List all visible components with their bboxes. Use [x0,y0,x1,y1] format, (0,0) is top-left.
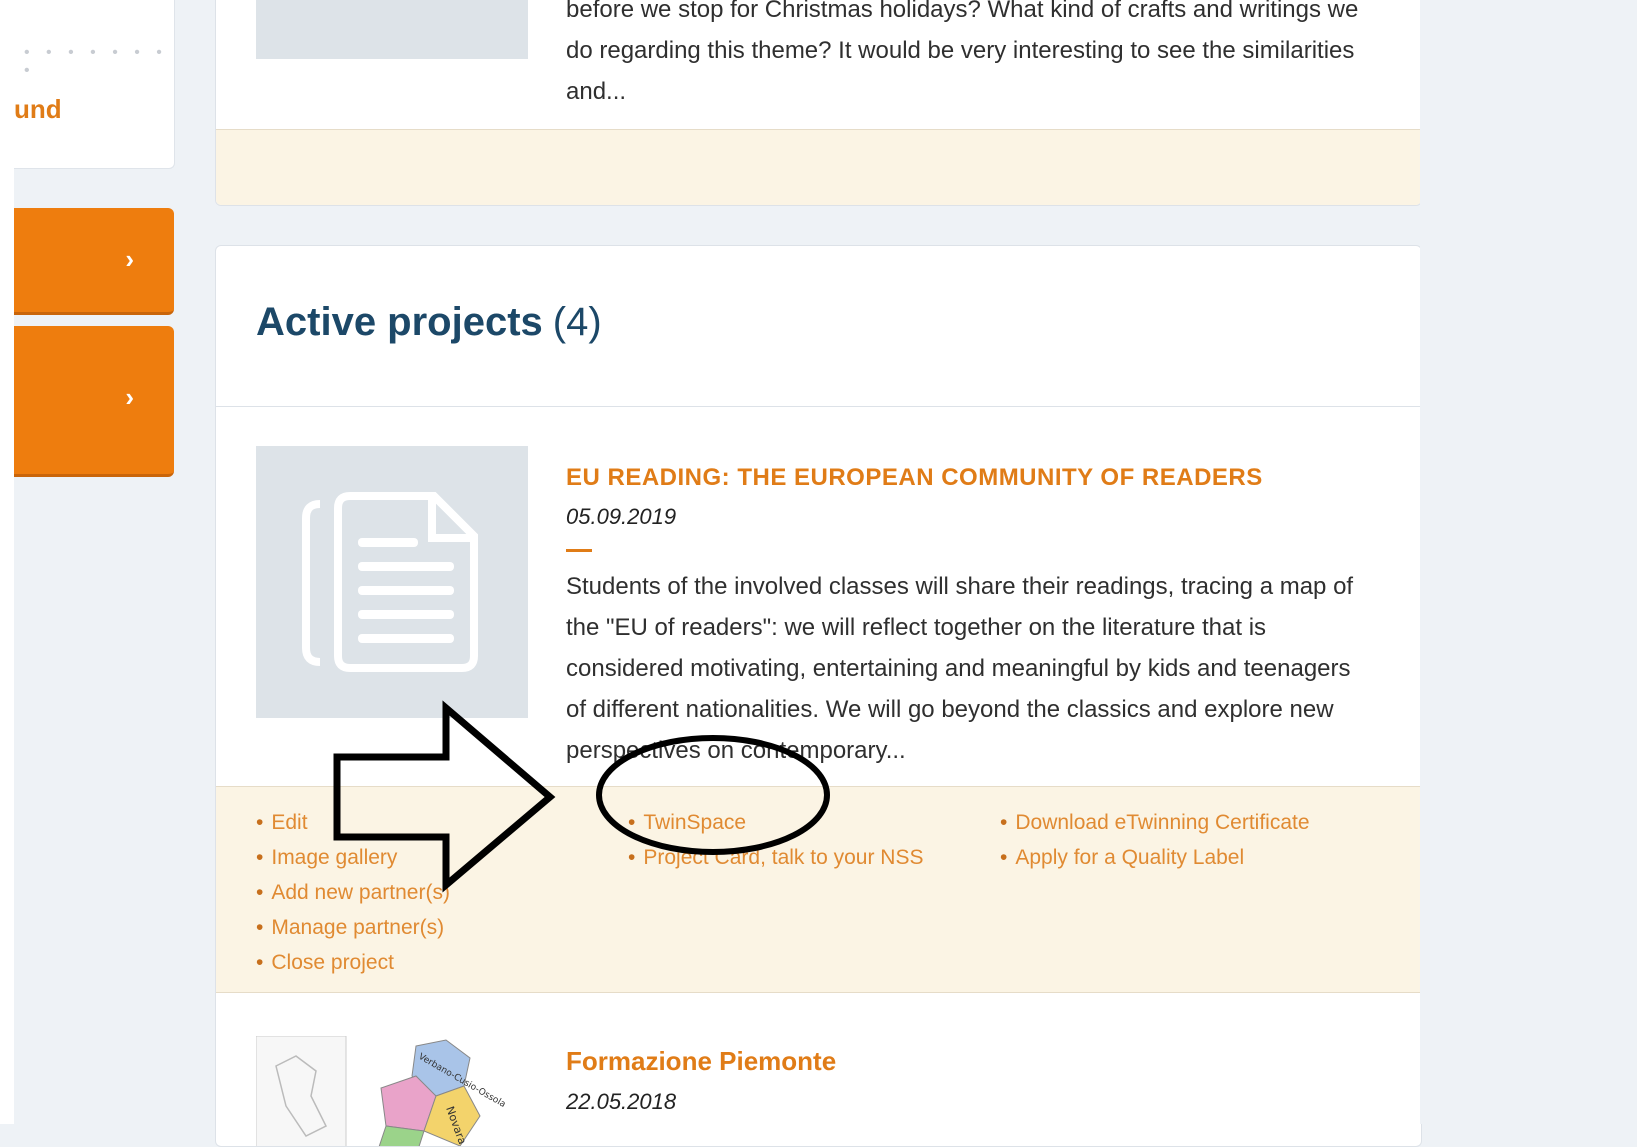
sidebar-orange-button-2[interactable]: › [14,326,174,477]
image-gallery-link[interactable]: Image gallery [256,840,450,875]
project-thumbnail[interactable] [256,0,528,59]
active-projects-card: Active projects (4) EU READING: THE EUROP… [215,245,1422,1147]
twinspace-link[interactable]: TwinSpace [628,805,923,840]
project-title-link[interactable]: EU READING: THE EUROPEAN COMMUNITY OF RE… [566,464,1263,492]
section-title: Active projects (4) [256,300,602,345]
divider [216,406,1421,407]
accent-rule [566,549,592,552]
page-background-right [1420,0,1637,1124]
sidebar-card: • • • • • • • • und [14,0,175,169]
dotted-separator: • • • • • • • • [24,44,168,79]
project-description: before we stop for Christmas holidays? W… [566,0,1359,105]
actions-column-3: Download eTwinning Certificate Apply for… [1000,805,1310,875]
quality-label-link[interactable]: Apply for a Quality Label [1000,840,1310,875]
previous-project-card: before we stop for Christmas holidays? W… [215,0,1422,206]
map-icon: Verbano-Cusio-Ossola Novara [256,1036,507,1146]
project-thumbnail[interactable] [256,446,528,718]
close-project-link[interactable]: Close project [256,945,450,980]
project-count: (4) [552,300,602,344]
project-date: 05.09.2019 [566,504,677,529]
sidebar-link[interactable]: und [14,94,62,125]
project-card-link[interactable]: Project Card, talk to your NSS [628,840,923,875]
project-thumbnail[interactable]: Verbano-Cusio-Ossola Novara [256,1036,528,1146]
actions-column-2: TwinSpace Project Card, talk to your NSS [628,805,923,875]
add-partner-link[interactable]: Add new partner(s) [256,875,450,910]
project-description: Students of the involved classes will sh… [566,573,1354,764]
manage-partner-link[interactable]: Manage partner(s) [256,910,450,945]
left-edge [0,0,14,1124]
download-certificate-link[interactable]: Download eTwinning Certificate [1000,805,1309,840]
chevron-right-icon: › [125,382,134,412]
project-actions-bar: Edit Image gallery Add new partner(s) Ma… [216,786,1421,993]
sidebar-orange-button-1[interactable]: › [14,208,174,315]
project-date: 22.05.2018 [566,1089,677,1114]
document-icon [302,492,478,672]
actions-column-1: Edit Image gallery Add new partner(s) Ma… [256,805,450,980]
chevron-right-icon: › [125,244,134,274]
section-title-text: Active projects [256,300,543,344]
project-title-link[interactable]: Formazione Piemonte [566,1046,836,1077]
edit-link[interactable]: Edit [256,805,450,840]
project-actions-bar [216,129,1421,205]
